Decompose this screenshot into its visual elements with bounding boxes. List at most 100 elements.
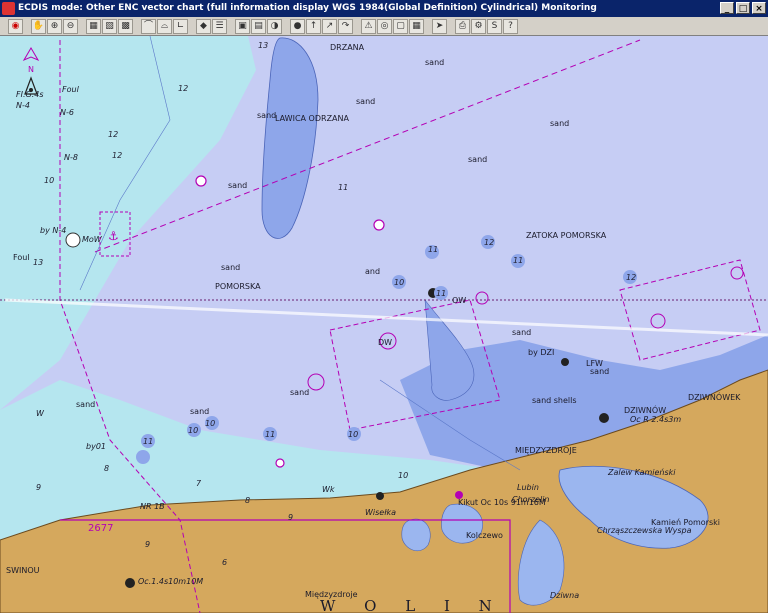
label-wk: Wk [322,485,335,494]
window-titlebar: ECDIS mode: Other ENC vector chart (full… [0,0,768,17]
light-label-dziwnow: Oc R 2.4s3m [630,415,681,424]
wreck-marker-2[interactable] [373,219,385,231]
overlay-button[interactable]: ▩ [118,18,133,34]
formula-button[interactable]: S [487,18,502,34]
wreck-marker-3[interactable] [275,458,285,468]
buoy-label-dzi: by DZI [528,348,554,357]
layers-button[interactable]: ▦ [86,18,101,34]
main-toolbar: ◉ ✋ ⊕ ⊖ ▦ ▧ ▩ ⌒ ⌓ ∟ ◆ ☰ ▣ ▤ ◑ ● ↑ ↗ ↷ ⚠ … [0,17,768,36]
route-button[interactable]: ⌒ [141,18,156,34]
display-mode-button[interactable]: ▣ [235,18,250,34]
depth-sounding: 11 [265,430,275,439]
label-lubin: Lubin [517,483,539,492]
depth-sounding: 12 [112,151,122,160]
label-dziwnowek: DZIWNÓWEK [688,391,741,402]
seabed-sand: sand [290,388,309,397]
depth-sounding: 10 [44,176,54,185]
light-swinoujscie[interactable] [125,578,135,588]
alarm-button[interactable]: ⚠ [361,18,376,34]
chart-select-button[interactable]: ▧ [102,18,117,34]
day-night-button[interactable]: ◑ [267,18,282,34]
zoom-in-button[interactable]: ⊕ [47,18,62,34]
depth-sounding: 10 [398,471,408,480]
label-pomorska: POMORSKA [215,282,261,291]
measure-button[interactable]: ∟ [173,18,188,34]
scale-button[interactable]: ▢ [393,18,408,34]
label-wolin: W O L I N [320,597,504,613]
label-chrzaszczewska: Chrząszczewska Wyspa [597,526,692,535]
head-up-button[interactable]: ↗ [322,18,337,34]
depth-sounding: 10 [348,430,358,439]
palette-button[interactable]: ▤ [251,18,266,34]
depth-sounding: 13 [33,258,43,267]
depth-sounding: 8 [245,496,250,505]
pan-tool-button[interactable]: ✋ [31,18,46,34]
stop-button[interactable]: ◉ [8,18,23,34]
seabed-sand: sand [190,407,209,416]
window-title: ECDIS mode: Other ENC vector chart (full… [18,3,597,13]
north-up-button[interactable]: ↑ [306,18,321,34]
label-miedzyzdroje-sea: MIĘDZYZDROJE [515,446,577,455]
grid-button[interactable]: ▦ [409,18,424,34]
depth-sounding: 12 [178,84,188,93]
depth-sounding: 11 [143,437,153,446]
script-button[interactable]: ➤ [432,18,447,34]
depth-sounding: 13 [258,41,268,50]
help-button[interactable]: ? [503,18,518,34]
target-button[interactable]: ◎ [377,18,392,34]
depth-sounding: 11 [513,256,523,265]
depth-sounding: 9 [145,540,150,549]
seabed-sand: sand [221,263,240,272]
light-dzi[interactable] [561,358,569,366]
close-button[interactable]: × [752,2,766,14]
lake-small [401,518,431,552]
anchor-buoy[interactable] [65,232,81,248]
label-swinoujscie: SWINOU [6,566,40,575]
light-misc[interactable] [376,492,384,500]
zoom-out-button[interactable]: ⊖ [63,18,78,34]
track-button[interactable]: ⌓ [157,18,172,34]
depth-sounding: 9 [36,483,41,492]
seabed-sand: sand [590,367,609,376]
depth-sounding: 11 [338,183,348,192]
seabed-sand: sand [425,58,444,67]
label-foul-top: Foul [62,85,80,94]
depth-sounding: 12 [484,238,494,247]
depth-sounding: 10 [188,426,198,435]
label-zatoka-pomorska: ZATOKA POMORSKA [526,231,607,240]
depth-sounding: 11 [428,245,438,254]
buoy-label-lfw: LFW [586,359,603,368]
depth-sounding: 12 [626,273,636,282]
label-odrzana-top: DRZANA [330,43,365,52]
seabed-sand: sand [76,400,95,409]
wreck-marker[interactable] [195,175,207,187]
centre-ship-button[interactable]: ● [290,18,305,34]
depth-sounding: 12 [108,130,118,139]
seabed-sand: sand [512,328,531,337]
minimize-button[interactable]: _ [720,2,734,14]
enc-chart-view[interactable]: LAWICA ODRZANA DRZANA ZATOKA POMORSKA PO… [0,36,768,613]
seabed-sand: sand [550,119,569,128]
seabed-and: and [365,267,380,276]
light-dziwnow[interactable] [599,413,609,423]
depth-sounding: 11 [436,289,446,298]
chart-canvas[interactable]: LAWICA ODRZANA DRZANA ZATOKA POMORSKA PO… [0,36,768,613]
course-up-button[interactable]: ↷ [338,18,353,34]
seabed-sand: sand [228,181,247,190]
label-ow: OW [452,296,466,305]
seabed-sand-shells: sand shells [532,396,577,405]
waypoint-button[interactable]: ◆ [196,18,211,34]
maximize-button[interactable]: □ [736,2,750,14]
info-button[interactable]: ☰ [212,18,227,34]
depth-sounding: 10 [205,419,215,428]
depth-sounding: 10 [394,278,404,287]
seabed-sand: sand [257,111,276,120]
label-zalew-kamienski: Zalew Kamieński [607,468,676,477]
print-button[interactable]: ⎙ [455,18,470,34]
app-icon[interactable] [2,2,15,15]
label-dw: DW [378,338,392,347]
label-ld: 2677 [88,523,113,534]
label-n6: N-6 [60,108,74,117]
label-n8: N-8 [64,153,78,162]
settings-button[interactable]: ⚙ [471,18,486,34]
